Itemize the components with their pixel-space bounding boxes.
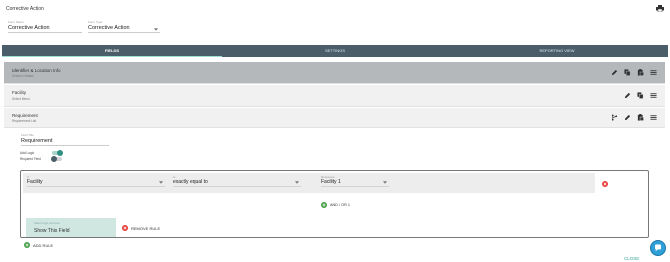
form-type-select[interactable]: Form Type Corrective Action [88, 20, 160, 33]
section-actions [624, 85, 657, 106]
chat-button[interactable] [650, 240, 666, 256]
and-or-label: AND / OR 1 [330, 202, 351, 207]
section-subtitle: Section Header [12, 74, 34, 78]
drag-handle-icon[interactable] [650, 69, 657, 76]
section-title: Requirement [12, 113, 38, 118]
copy-icon[interactable] [624, 69, 631, 76]
page-title: Corrective Action [6, 6, 44, 12]
logic-outcome-select[interactable]: Select logic outcome Show This Field [26, 218, 116, 237]
form-name-field[interactable]: Form Name Corrective Action [8, 20, 82, 33]
toggle-knob [57, 150, 63, 156]
condition-field-select[interactable]: If Facility [27, 175, 165, 187]
requirement-logic-panel: Field Title Requirement Add Logic Requir… [15, 128, 655, 258]
section-title: Facility [12, 90, 27, 95]
close-button[interactable]: CLOSE [624, 256, 639, 261]
paste-icon[interactable] [637, 114, 644, 121]
remove-circle-icon [122, 225, 128, 231]
drag-handle-icon[interactable] [650, 114, 657, 121]
chevron-down-icon [154, 28, 158, 31]
add-logic-toggle[interactable] [52, 150, 63, 156]
section-actions [611, 62, 657, 83]
add-rule-button[interactable]: ADD RULE [24, 242, 53, 248]
toggle-knob [51, 156, 57, 162]
logic-rule: If Facility Is exactly equal to Response… [20, 170, 649, 238]
condition-operator-select[interactable]: Is exactly equal to [173, 175, 301, 187]
required-field-label: Required Field [20, 157, 41, 161]
drag-handle-icon[interactable] [650, 92, 657, 99]
condition-field-value: Facility [27, 179, 165, 187]
form-editor-page: Corrective Action Form Name Corrective A… [0, 0, 670, 262]
condition-operator-value: exactly equal to [173, 179, 301, 187]
branch-icon[interactable] [611, 114, 618, 121]
rule-condition-row: If Facility Is exactly equal to Response… [23, 173, 595, 193]
chevron-down-icon [383, 181, 387, 184]
section-requirement[interactable]: Requirement Requirement List [4, 108, 665, 128]
form-type-value: Corrective Action [88, 25, 160, 33]
add-logic-label: Add Logic [20, 151, 35, 155]
form-name-value: Corrective Action [8, 25, 82, 33]
section-actions [611, 108, 657, 127]
section-subtitle: Requirement List [12, 119, 37, 123]
section-identifier-location[interactable]: Identifier & Location Info Section Heade… [4, 62, 665, 84]
copy-icon[interactable] [637, 92, 644, 99]
printer-icon[interactable] [656, 5, 664, 12]
pencil-icon[interactable] [611, 69, 618, 76]
pencil-icon[interactable] [624, 92, 631, 99]
plus-circle-icon [321, 201, 327, 208]
remove-condition-icon[interactable] [602, 181, 608, 187]
tab-reporting-view[interactable]: REPORTING VIEW [446, 45, 668, 57]
and-or-button[interactable]: AND / OR 1 [321, 201, 350, 208]
chat-icon [655, 244, 661, 252]
field-title-value: Requirement [21, 138, 109, 146]
section-subtitle: Select Menu [12, 97, 30, 101]
field-title-input[interactable]: Field Title Requirement [21, 133, 109, 146]
remove-rule-button[interactable]: REMOVE RULE [122, 225, 160, 231]
remove-rule-label: REMOVE RULE [131, 225, 161, 231]
add-rule-label: ADD RULE [33, 242, 54, 248]
condition-response-select[interactable]: Response Facility 1 [321, 175, 389, 187]
form-header: Corrective Action Form Name Corrective A… [0, 0, 670, 42]
active-tab-indicator [2, 56, 222, 57]
condition-response-value: Facility 1 [321, 179, 389, 187]
logic-outcome-value: Show This Field [34, 228, 70, 234]
section-facility[interactable]: Facility Select Menu [4, 85, 665, 107]
section-title: Identifier & Location Info [12, 68, 61, 73]
pencil-icon[interactable] [624, 114, 631, 121]
paste-icon[interactable] [637, 69, 644, 76]
logic-outcome-label: Select logic outcome [34, 221, 60, 225]
tab-settings[interactable]: SETTINGS [224, 45, 446, 57]
chevron-down-icon [159, 181, 163, 184]
chevron-down-icon [295, 181, 299, 184]
tab-bar: FIELDS SETTINGS REPORTING VIEW [2, 45, 668, 57]
required-field-toggle[interactable] [51, 156, 62, 162]
plus-circle-icon [24, 242, 30, 248]
